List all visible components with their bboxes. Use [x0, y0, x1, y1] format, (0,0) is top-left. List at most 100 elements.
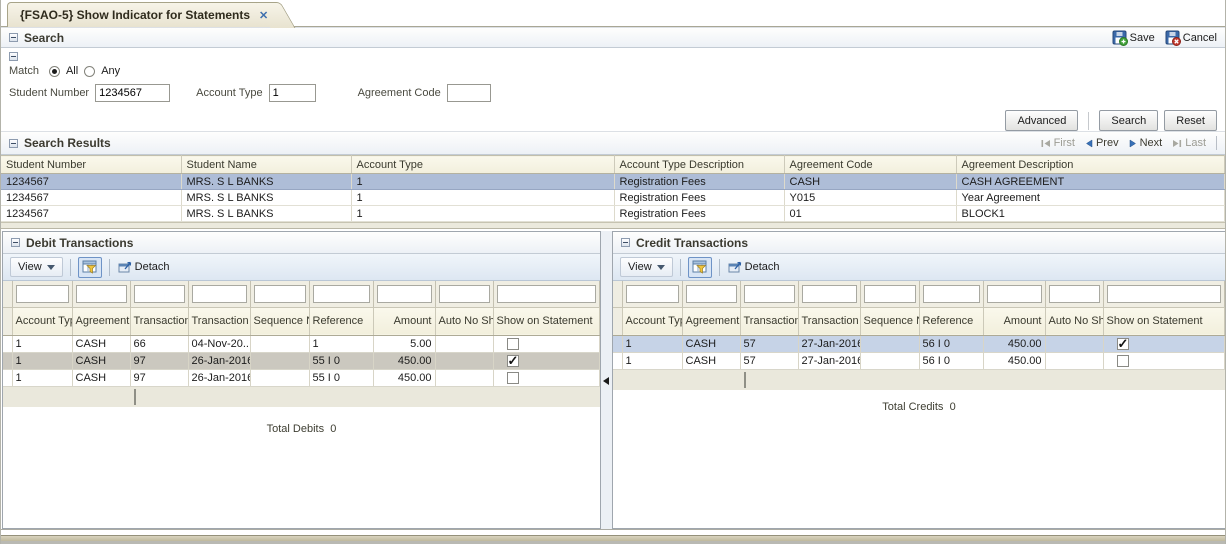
column-header[interactable]: Sequence Number	[860, 307, 920, 336]
debit-header-row: Account Type Agreement Code Transaction …	[3, 307, 600, 336]
prev-page-button[interactable]: Prev	[1085, 137, 1119, 149]
next-page-button[interactable]: Next	[1129, 137, 1162, 149]
filter-transaction-date-input[interactable]	[801, 284, 857, 303]
table-row[interactable]: 1234567 MRS. S L BANKS 1 Registration Fees…	[1, 189, 1225, 206]
column-header[interactable]: Student Number	[1, 155, 182, 174]
view-menu-button[interactable]: View	[620, 257, 673, 277]
tab-close-icon[interactable]: ✕	[259, 9, 268, 22]
query-by-example-button[interactable]	[77, 256, 102, 278]
table-row[interactable]: 1 CASH 97 26-Jan-2016 55 I 0 450.00	[3, 352, 600, 370]
match-any-label[interactable]: Any	[101, 65, 120, 77]
filter-agreement-code-input[interactable]	[75, 284, 127, 303]
match-all-radio[interactable]	[48, 65, 60, 77]
column-header[interactable]: Reference	[309, 307, 374, 336]
panel-splitter[interactable]	[601, 231, 612, 529]
query-by-example-button[interactable]	[687, 256, 712, 278]
column-header[interactable]: Show on Statement	[1103, 307, 1225, 336]
detach-button[interactable]: Detach	[117, 259, 170, 275]
column-header[interactable]: Agreement Code	[784, 155, 957, 174]
column-header[interactable]: Account Type	[12, 307, 73, 336]
show-on-statement-checkbox[interactable]	[506, 337, 519, 350]
filter-transaction-type-input[interactable]	[133, 284, 185, 303]
show-on-statement-checkbox[interactable]	[1116, 336, 1129, 351]
column-header[interactable]: Account Type Description	[614, 155, 785, 174]
credit-toolbar: View Detach	[613, 254, 1225, 281]
student-number-label: Student Number	[9, 87, 90, 99]
filter-show-on-statement-input[interactable]	[496, 284, 596, 303]
match-all-label[interactable]: All	[66, 65, 78, 77]
tab-title: {FSAO-5} Show Indicator for Statements	[20, 8, 251, 22]
column-header[interactable]: Student Name	[181, 155, 352, 174]
next-page-icon	[1129, 139, 1136, 147]
filter-agreement-code-input[interactable]	[685, 284, 737, 303]
search-panel-title: Search	[24, 30, 65, 45]
table-row[interactable]: 1 CASH 57 27-Jan-2016 56 I 0 450.00	[613, 352, 1225, 370]
column-header[interactable]: Account Type	[351, 155, 615, 174]
filter-sequence-number-input[interactable]	[863, 284, 916, 303]
column-header[interactable]: Transaction Type	[130, 307, 189, 336]
match-any-radio[interactable]	[84, 65, 96, 77]
collapse-basic-search-icon[interactable]	[9, 52, 18, 61]
column-header[interactable]: Account Type	[622, 307, 683, 336]
table-row[interactable]: 1234567 MRS. S L BANKS 1 Registration Fees…	[1, 205, 1225, 222]
table-row[interactable]: 1 CASH 97 26-Jan-2016 55 I 0 450.00	[3, 369, 600, 387]
filter-account-type-input[interactable]	[15, 284, 69, 303]
filter-sequence-number-input[interactable]	[253, 284, 306, 303]
agreement-code-input[interactable]	[446, 84, 491, 102]
column-header[interactable]: Transaction Type	[740, 307, 799, 336]
column-header[interactable]: Amount	[373, 307, 436, 336]
reset-button[interactable]: Reset	[1164, 110, 1217, 131]
column-header[interactable]: Reference	[919, 307, 984, 336]
column-header[interactable]: Transaction Date	[798, 307, 861, 336]
save-button[interactable]: Save	[1112, 30, 1155, 46]
filter-amount-input[interactable]	[986, 284, 1042, 303]
cancel-button[interactable]: Cancel	[1165, 30, 1217, 46]
column-header[interactable]: Transaction Date	[188, 307, 251, 336]
column-header[interactable]: Auto No Show	[435, 307, 494, 336]
view-menu-button[interactable]: View	[10, 257, 63, 277]
credit-panel-title: Credit Transactions	[636, 235, 749, 250]
account-type-label: Account Type	[196, 87, 263, 99]
column-header[interactable]: Amount	[983, 307, 1046, 336]
student-number-input[interactable]	[95, 84, 171, 102]
tab-show-indicator[interactable]: {FSAO-5} Show Indicator for Statements ✕	[7, 2, 276, 27]
column-resize-tick	[134, 388, 136, 405]
column-header[interactable]: Auto No Show	[1045, 307, 1104, 336]
last-page-button[interactable]: Last	[1172, 137, 1206, 149]
collapse-search-icon[interactable]	[9, 33, 18, 42]
show-on-statement-checkbox[interactable]	[506, 353, 519, 368]
column-header[interactable]: Agreement Code	[682, 307, 741, 336]
filter-reference-input[interactable]	[922, 284, 980, 303]
column-header[interactable]: Show on Statement	[493, 307, 600, 336]
first-page-button[interactable]: First	[1041, 137, 1075, 149]
filter-transaction-date-input[interactable]	[191, 284, 247, 303]
filter-auto-no-show-input[interactable]	[1048, 284, 1100, 303]
filter-account-type-input[interactable]	[625, 284, 679, 303]
show-on-statement-checkbox[interactable]	[506, 371, 519, 384]
bottom-splitter[interactable]	[1, 529, 1225, 544]
column-header[interactable]: Sequence Number	[250, 307, 310, 336]
chevron-down-icon	[656, 264, 665, 270]
pagination-separator	[1216, 136, 1217, 150]
total-debits: Total Debits 0	[266, 423, 337, 435]
collapse-left-arrow-icon[interactable]	[603, 377, 609, 385]
collapse-debit-icon[interactable]	[11, 238, 20, 247]
table-row[interactable]: 1 CASH 57 27-Jan-2016 56 I 0 450.00	[613, 335, 1225, 353]
collapse-credit-icon[interactable]	[621, 238, 630, 247]
show-on-statement-checkbox[interactable]	[1116, 354, 1129, 367]
table-row[interactable]: 1234567 MRS. S L BANKS 1 Registration Fees…	[1, 173, 1225, 190]
account-type-input[interactable]	[268, 84, 316, 102]
collapse-results-icon[interactable]	[9, 138, 18, 148]
detach-button[interactable]: Detach	[727, 259, 780, 275]
advanced-button[interactable]: Advanced	[1005, 110, 1079, 131]
filter-transaction-type-input[interactable]	[743, 284, 795, 303]
filter-auto-no-show-input[interactable]	[438, 284, 490, 303]
filter-show-on-statement-input[interactable]	[1106, 284, 1221, 303]
column-header[interactable]: Agreement Code	[72, 307, 131, 336]
filter-reference-input[interactable]	[312, 284, 370, 303]
filter-amount-input[interactable]	[376, 284, 432, 303]
table-row[interactable]: 1 CASH 66 04-Nov-20... 1 5.00	[3, 335, 600, 353]
column-header[interactable]: Agreement Description	[956, 155, 1225, 174]
search-button[interactable]: Search	[1099, 110, 1159, 131]
application-window: {FSAO-5} Show Indicator for Statements ✕ …	[0, 0, 1226, 544]
